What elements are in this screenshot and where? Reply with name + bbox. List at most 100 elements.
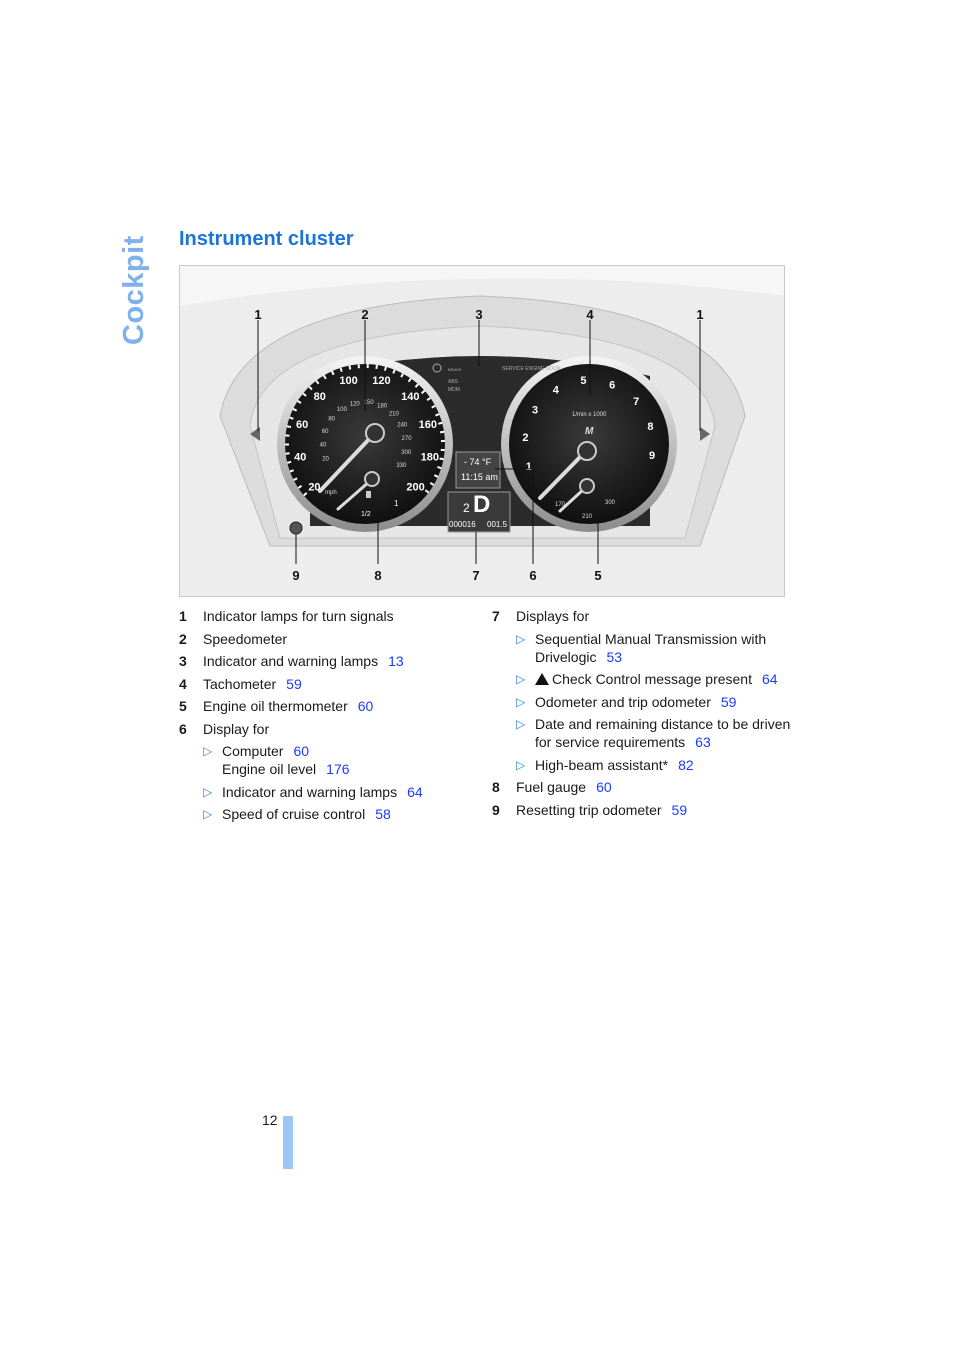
speedometer-tick: [392, 369, 396, 374]
speedometer-tick: [339, 367, 343, 372]
speedometer-kmh-label: 60: [322, 429, 329, 435]
legend-subitem: ▷ Indicator and warning lamps 64: [203, 783, 479, 801]
callout-label: 5: [594, 568, 601, 583]
legend-text: Display for: [203, 720, 270, 737]
speedometer-kmh-label: 270: [402, 436, 413, 442]
legend-subitem: ▷ Check Control message present 64: [516, 670, 802, 688]
page-reference-link[interactable]: 176: [326, 761, 349, 777]
speedometer-kmh-label: 300: [401, 450, 412, 456]
legend-item: 6 Display for: [179, 720, 479, 738]
legend-text: Odometer and trip odometer: [535, 693, 711, 710]
page-reference-link[interactable]: 13: [388, 653, 404, 669]
speedometer-tick: [286, 425, 292, 429]
page-reference-link[interactable]: 63: [695, 734, 711, 750]
page-reference-link[interactable]: 59: [672, 802, 688, 818]
tachometer-tick-label: 3: [532, 405, 538, 417]
callout-label: 1: [696, 307, 703, 322]
legend-subitem: ▷ Computer 60 Engine oil level 176: [203, 742, 479, 778]
speedometer-tick-label: 100: [339, 375, 357, 387]
legend-number: 5: [179, 698, 187, 714]
legend-7-subs: ▷ Sequential Manual Transmission with Dri…: [516, 630, 802, 774]
speedometer-kmh-label: 80: [328, 416, 335, 422]
speedometer-kmh-label: 240: [397, 423, 408, 429]
legend-text: Indicator and warning lamps: [203, 653, 379, 669]
tachometer-tick-label: 6: [609, 379, 615, 391]
legend-text: Indicator and warning lamps: [222, 783, 398, 800]
m-logo: M: [585, 426, 594, 437]
callout-label: 4: [586, 307, 594, 322]
legend-item: 2 Speedometer: [179, 630, 479, 648]
legend-text: High-beam assistant*: [535, 756, 669, 773]
page-marker: [283, 1116, 293, 1169]
clock: 11:15 am: [461, 472, 498, 482]
legend-text: Resetting trip odometer: [516, 801, 662, 818]
legend-number: 3: [179, 653, 187, 669]
warning-triangle-icon: [535, 673, 549, 685]
chapter-tab-label: Cockpit: [118, 235, 150, 345]
tachometer-tick-label: 8: [647, 421, 653, 433]
legend-text: Date and remaining distance to be driven…: [535, 716, 791, 750]
abs-lamp: ABS: [448, 379, 459, 385]
callout-label: 1: [254, 307, 261, 322]
callout-label: 6: [529, 568, 536, 583]
gear-indicator: D: [473, 491, 490, 518]
callout-label: 3: [475, 307, 482, 322]
chapter-tab: Cockpit: [118, 230, 152, 345]
page-reference-link[interactable]: 64: [407, 784, 423, 800]
service-engine-soon-lamp: SERVICE ENGINE SOON: [502, 366, 561, 372]
page-reference-link[interactable]: 60: [596, 779, 612, 795]
bullet-triangle-icon: ▷: [203, 807, 213, 821]
fuel-label-full: 1: [394, 499, 399, 508]
page-reference-link[interactable]: 58: [375, 806, 391, 822]
tachometer: 1 2 3 4 5 6 7 8 9 1/min x 1000 M 170 210 300: [501, 356, 677, 532]
oil-temp-label: 170: [555, 502, 566, 508]
fuel-pump-icon: [366, 491, 371, 498]
brake-lamp: BRAKE: [448, 367, 462, 372]
page-reference-link[interactable]: 59: [286, 676, 302, 692]
speedometer-tick-label: 140: [401, 391, 419, 403]
page-reference-link[interactable]: 53: [606, 649, 622, 665]
legend-subitem: ▷ Odometer and trip odometer 59: [516, 693, 802, 711]
legend-number: 6: [179, 720, 187, 737]
legend-item: 9 Resetting trip odometer 59: [492, 801, 802, 819]
legend-subitem: ▷ Sequential Manual Transmission with Dri…: [516, 630, 802, 666]
tachometer-tick-label: 1: [526, 461, 532, 473]
callout-label: 2: [361, 307, 368, 322]
outside-temperature: - 74 °F: [464, 457, 492, 467]
tachometer-tick-label: 9: [649, 450, 655, 462]
legend-left: 1 Indicator lamps for turn signals 2 Speedo…: [179, 607, 479, 828]
speedometer-tick: [437, 466, 442, 470]
instrument-cluster-figure: 20 40 60 80 100 120 140 160 180 200 20 40 60 80 100 120…: [179, 265, 785, 597]
legend-subitem: ▷ High-beam assistant* 82: [516, 756, 802, 774]
legend-text: Sequential Manual Transmission with Driv…: [535, 630, 767, 665]
legend-text: Displays for: [516, 608, 590, 624]
speedometer-tick: [439, 457, 444, 461]
tachometer-tick-label: 2: [522, 432, 528, 444]
speedometer-tick-label: 180: [421, 452, 439, 464]
legend-item: 3 Indicator and warning lamps 13: [179, 652, 479, 670]
trip-reset-button: [289, 521, 303, 535]
callout-label: 7: [472, 568, 479, 583]
bullet-triangle-icon: ▷: [203, 744, 213, 758]
page-reference-link[interactable]: 82: [678, 757, 694, 773]
legend-number: 7: [492, 608, 500, 624]
oil-temp-label: 300: [605, 500, 616, 506]
speedometer-kmh-label: 330: [396, 463, 407, 469]
page-reference-link[interactable]: 60: [358, 698, 374, 714]
speedometer-tick: [287, 460, 292, 464]
page-number: 12: [262, 1112, 278, 1128]
legend-item: 5 Engine oil thermometer 60: [179, 697, 479, 715]
page-reference-link[interactable]: 64: [762, 671, 778, 687]
legend-right: 7 Displays for ▷ Sequential Manual Transmis…: [492, 607, 802, 823]
bullet-triangle-icon: ▷: [516, 757, 526, 772]
speedometer-tick-label: 60: [296, 419, 308, 431]
legend-number: 4: [179, 675, 187, 692]
legend-subitem: ▷ Speed of cruise control 58: [203, 805, 479, 823]
fuel-label-half: 1/2: [361, 511, 371, 518]
legend-text: Engine oil thermometer: [203, 698, 348, 714]
page-reference-link[interactable]: 59: [721, 694, 737, 710]
speedometer-kmh-label: 210: [389, 411, 400, 417]
page-reference-link[interactable]: 60: [293, 743, 309, 759]
speedometer-unit: mph: [325, 490, 337, 496]
bullet-triangle-icon: ▷: [516, 672, 526, 686]
